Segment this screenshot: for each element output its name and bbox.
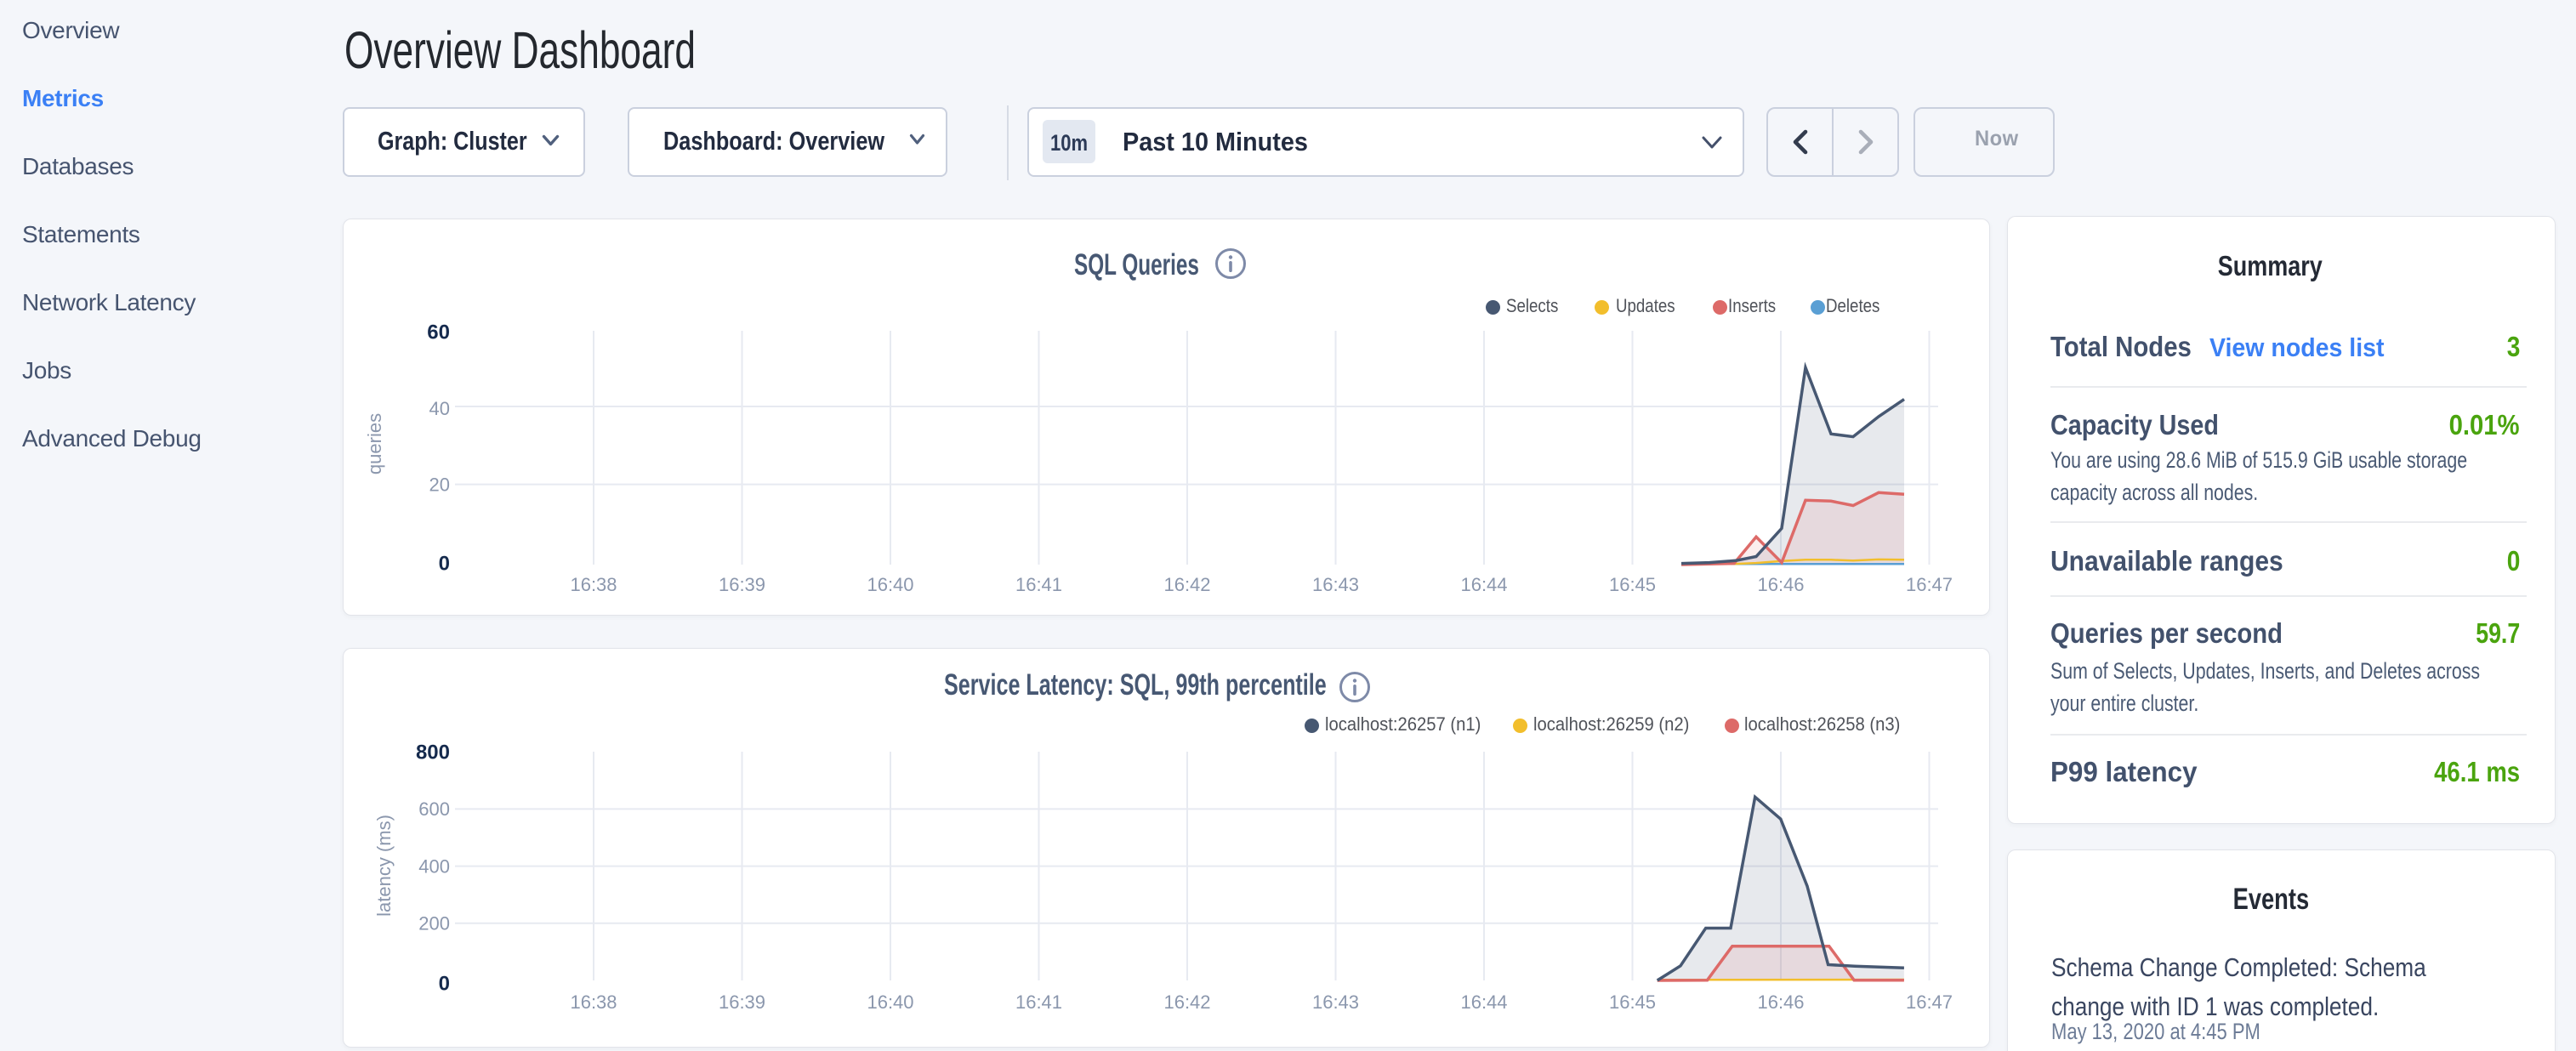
svg-text:16:39: 16:39 <box>719 574 765 595</box>
svg-text:16:42: 16:42 <box>1163 574 1210 595</box>
svg-text:queries: queries <box>364 413 385 474</box>
svg-text:16:40: 16:40 <box>867 991 913 1013</box>
svg-text:16:40: 16:40 <box>867 574 913 595</box>
svg-text:800: 800 <box>416 741 450 764</box>
svg-text:16:44: 16:44 <box>1460 991 1507 1013</box>
svg-text:0: 0 <box>439 972 450 995</box>
svg-text:600: 600 <box>418 798 450 820</box>
svg-text:16:39: 16:39 <box>719 991 765 1013</box>
svg-text:16:43: 16:43 <box>1312 574 1359 595</box>
svg-text:400: 400 <box>418 855 450 877</box>
svg-text:16:41: 16:41 <box>1015 574 1062 595</box>
svg-text:16:41: 16:41 <box>1015 991 1062 1013</box>
svg-text:40: 40 <box>429 398 450 419</box>
svg-text:16:43: 16:43 <box>1312 991 1359 1013</box>
svg-text:16:38: 16:38 <box>570 574 617 595</box>
svg-text:60: 60 <box>427 321 450 344</box>
svg-text:16:47: 16:47 <box>1906 991 1953 1013</box>
svg-text:16:45: 16:45 <box>1609 991 1656 1013</box>
svg-text:20: 20 <box>429 474 450 495</box>
svg-text:16:38: 16:38 <box>570 991 617 1013</box>
svg-text:16:46: 16:46 <box>1757 574 1804 595</box>
svg-text:16:45: 16:45 <box>1609 574 1656 595</box>
svg-text:16:44: 16:44 <box>1460 574 1507 595</box>
svg-text:16:46: 16:46 <box>1757 991 1804 1013</box>
svg-text:16:42: 16:42 <box>1163 991 1210 1013</box>
svg-text:16:47: 16:47 <box>1906 574 1953 595</box>
svg-text:latency (ms): latency (ms) <box>373 815 395 917</box>
svg-text:200: 200 <box>418 913 450 935</box>
svg-text:0: 0 <box>439 553 450 576</box>
